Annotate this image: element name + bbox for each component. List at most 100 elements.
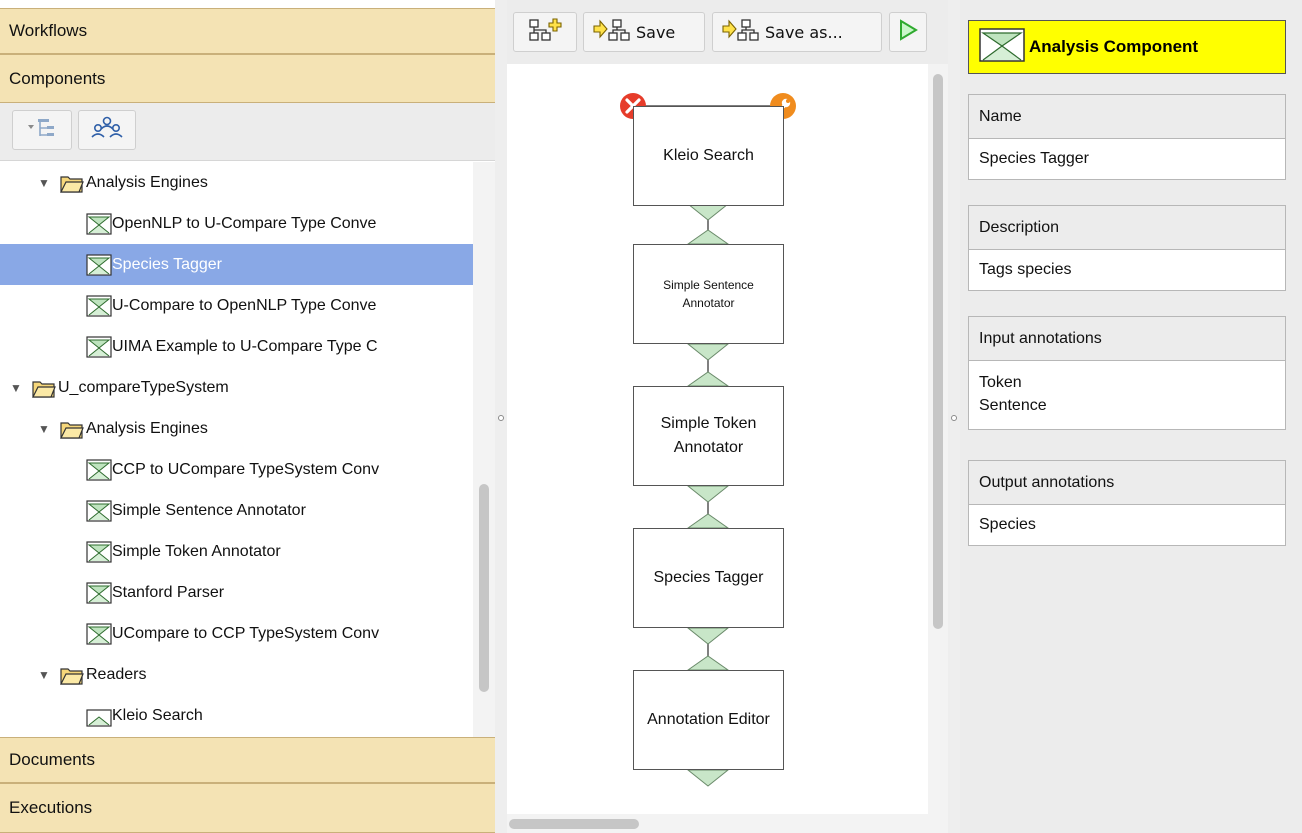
folder-icon [32, 377, 56, 399]
name-property-title: Name [969, 95, 1285, 139]
tree-item-component[interactable]: OpenNLP to U-Compare Type Conve [0, 203, 473, 244]
description-property-title: Description [969, 206, 1285, 250]
tree-label: Analysis Engines [86, 419, 208, 437]
workflow-node[interactable]: Annotation Editor [633, 670, 784, 770]
description-property-value: Tags species [979, 261, 1072, 278]
name-property: Name Species Tagger [968, 94, 1286, 180]
workflow-editor: Save Save as... Kleio Search Simple Sent… [507, 0, 948, 833]
save-workflow-icon [592, 17, 632, 47]
reader-component-icon [86, 705, 112, 727]
tree-folder-analysis-engines[interactable]: ▼ Analysis Engines [0, 408, 473, 449]
library-panel: Workflows Components ▼ Analysis Engines … [0, 0, 495, 833]
tree-label: Simple Sentence Annotator [112, 501, 306, 519]
component-tree: ▼ Analysis Engines OpenNLP to U-Compare … [0, 162, 473, 737]
input-annotation-item: Token [979, 374, 1022, 391]
tree-label: Readers [86, 665, 147, 683]
run-icon [898, 19, 918, 45]
tree-label: Analysis Engines [86, 173, 208, 191]
canvas-vertical-scrollbar[interactable] [928, 64, 948, 814]
canvas-horizontal-scrollbar-thumb[interactable] [509, 819, 639, 829]
workflows-section-header[interactable]: Workflows [0, 8, 495, 54]
input-annotations-property: Input annotations Token Sentence [968, 316, 1286, 430]
expand-arrow-icon[interactable]: ▼ [38, 422, 52, 436]
tree-label: OpenNLP to U-Compare Type Conve [112, 214, 377, 232]
analysis-component-icon [86, 581, 112, 604]
workflow-node-label: Kleio Search [663, 147, 754, 164]
splitter-handle-icon[interactable] [498, 415, 504, 421]
expand-arrow-icon[interactable]: ▼ [38, 668, 52, 682]
tree-item-component[interactable]: UIMA Example to U-Compare Type C [0, 326, 473, 367]
workflow-canvas[interactable]: Kleio Search Simple Sentence Annotator S… [507, 64, 928, 814]
analysis-component-icon [86, 294, 112, 317]
tree-folder-type-system[interactable]: ▼ U_compareTypeSystem [0, 367, 473, 408]
tree-item-component[interactable]: Stanford Parser [0, 572, 473, 613]
save-button[interactable]: Save [583, 12, 705, 52]
tree-label: Species Tagger [112, 255, 222, 273]
component-type-label: Analysis Component [1029, 37, 1199, 56]
tree-view-button[interactable] [12, 110, 72, 150]
tree-item-component[interactable]: UCompare to CCP TypeSystem Conv [0, 613, 473, 654]
workflow-node-label: Annotation Editor [647, 711, 770, 728]
canvas-vertical-scrollbar-thumb[interactable] [933, 74, 943, 629]
save-button-label: Save [636, 22, 676, 42]
components-toolbar [0, 103, 495, 161]
description-property: Description Tags species [968, 205, 1286, 291]
workflow-node-label: Species Tagger [653, 569, 764, 586]
documents-section-header[interactable]: Documents [0, 737, 495, 783]
output-annotations-values: Species [969, 505, 1285, 545]
workflow-node[interactable]: Simple Token Annotator [633, 386, 784, 486]
workflow-node[interactable]: Kleio Search [633, 106, 784, 206]
tree-scrollbar-thumb[interactable] [479, 484, 489, 692]
expand-arrow-icon[interactable]: ▼ [10, 381, 24, 395]
add-component-button[interactable] [513, 12, 577, 52]
workflow-node[interactable]: Species Tagger [633, 528, 784, 628]
expand-arrow-icon[interactable]: ▼ [38, 176, 52, 190]
input-annotations-values: Token Sentence [969, 361, 1285, 429]
tree-label: Kleio Search [112, 706, 203, 724]
run-button[interactable] [889, 12, 927, 52]
tree-folder-readers[interactable]: ▼ Readers [0, 654, 473, 695]
tree-item-component[interactable]: Simple Token Annotator [0, 531, 473, 572]
analysis-component-icon [86, 335, 112, 358]
splitter-handle-icon[interactable] [951, 415, 957, 421]
analysis-component-icon [86, 212, 112, 235]
group-button[interactable] [78, 110, 136, 150]
save-as-button[interactable]: Save as... [712, 12, 882, 52]
tree-item-component[interactable]: Simple Sentence Annotator [0, 490, 473, 531]
save-as-button-label: Save as... [765, 22, 843, 42]
tree-label: U-Compare to OpenNLP Type Conve [112, 296, 377, 314]
group-icon [90, 115, 124, 146]
components-section-header[interactable]: Components [0, 54, 495, 103]
tree-item-component-selected[interactable]: Species Tagger [0, 244, 473, 285]
tree-item-component[interactable]: CCP to UCompare TypeSystem Conv [0, 449, 473, 490]
tree-folder-analysis-engines[interactable]: ▼ Analysis Engines [0, 162, 473, 203]
tree-view-icon [26, 116, 58, 145]
analysis-component-icon [86, 499, 112, 522]
analysis-component-icon [979, 27, 1025, 67]
output-annotation-item: Species [979, 516, 1036, 533]
executions-section-header[interactable]: Executions [0, 783, 495, 833]
tree-label: UCompare to CCP TypeSystem Conv [112, 624, 380, 642]
tree-scrollbar[interactable] [473, 162, 495, 737]
output-annotations-title: Output annotations [969, 461, 1285, 505]
folder-icon [60, 664, 84, 686]
tree-label: CCP to UCompare TypeSystem Conv [112, 460, 380, 478]
tree-label: UIMA Example to U-Compare Type C [112, 337, 378, 355]
workflow-node[interactable]: Simple Sentence Annotator [633, 244, 784, 344]
tree-label: U_compareTypeSystem [58, 378, 229, 396]
left-splitter[interactable] [495, 0, 507, 833]
tree-label: Stanford Parser [112, 583, 225, 601]
right-splitter[interactable] [948, 0, 960, 833]
tree-item-reader[interactable]: Kleio Search [0, 695, 473, 736]
folder-icon [60, 172, 84, 194]
analysis-component-icon [86, 622, 112, 645]
workflow-node-label: Simple Token Annotator [660, 415, 757, 456]
tree-item-component[interactable]: U-Compare to OpenNLP Type Conve [0, 285, 473, 326]
canvas-horizontal-scrollbar[interactable] [507, 814, 948, 833]
input-annotations-title: Input annotations [969, 317, 1285, 361]
analysis-component-icon [86, 253, 112, 276]
folder-icon [60, 418, 84, 440]
analysis-component-icon [86, 540, 112, 563]
workflow-node-label: Simple Sentence Annotator [663, 278, 754, 310]
add-component-icon [528, 17, 562, 47]
